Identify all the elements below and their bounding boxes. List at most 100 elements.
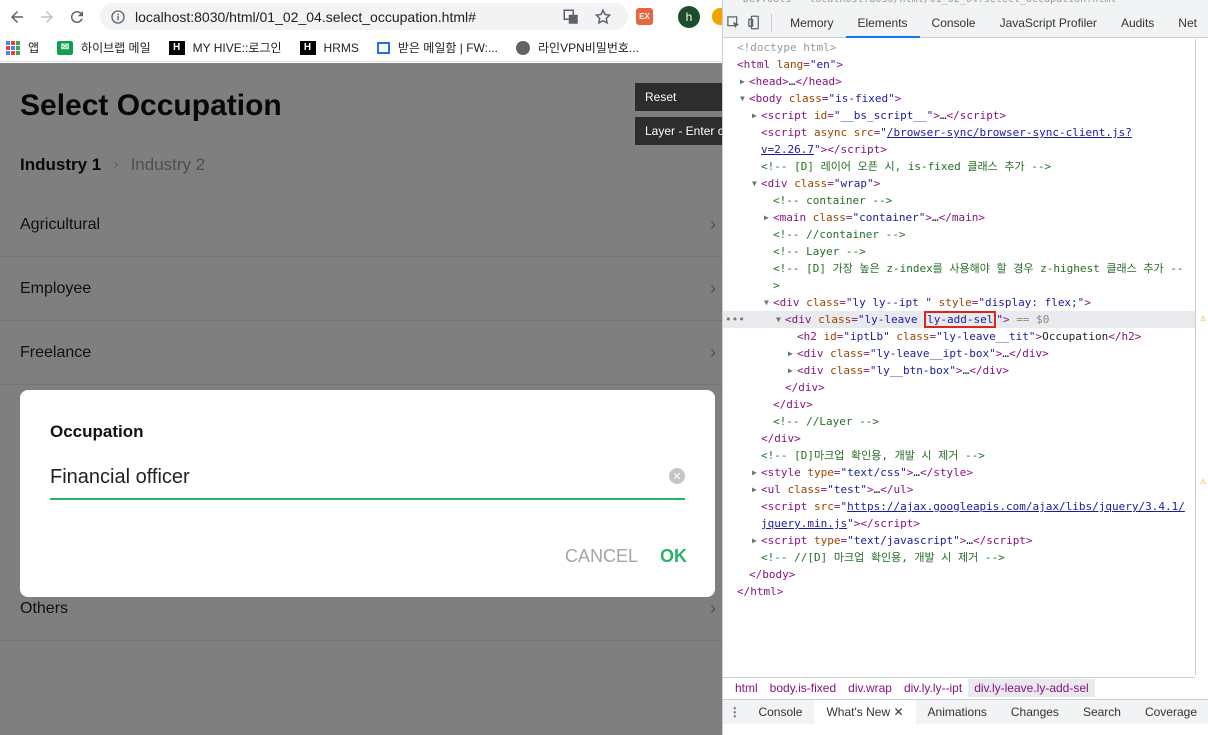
- expand-triangle-icon[interactable]: ▶: [752, 481, 757, 498]
- dom-comment[interactable]: <!-- container -->: [723, 192, 1195, 209]
- dom-node[interactable]: ▼ <div class="ly ly--ipt " style="display…: [723, 294, 1195, 311]
- warning-icon: ⚠: [1200, 476, 1207, 487]
- tab-javascript-profiler[interactable]: JavaScript Profiler: [988, 8, 1109, 38]
- dom-node[interactable]: </div>: [723, 379, 1195, 396]
- dom-node[interactable]: <script src="https://ajax.googleapis.com…: [723, 498, 1195, 532]
- bookmark-vpn[interactable]: 라인VPN비밀번호...: [516, 39, 639, 56]
- dom-node[interactable]: <html lang="en">: [723, 56, 1195, 73]
- dom-node[interactable]: ▶ <script type="text/javascript">…</scrip…: [723, 532, 1195, 549]
- globe-icon: [516, 40, 530, 55]
- reload-icon: [70, 11, 83, 24]
- dom-node[interactable]: ▼ <body class="is-fixed">: [723, 90, 1195, 107]
- expand-triangle-icon[interactable]: ▶: [752, 464, 757, 481]
- collapse-triangle-icon[interactable]: ▼: [764, 294, 769, 311]
- dom-node[interactable]: <script async src="/browser-sync/browser…: [723, 124, 1195, 158]
- dom-node[interactable]: ▶ <style type="text/css">…</style>: [723, 464, 1195, 481]
- test-reset-button[interactable]: Reset: [635, 83, 722, 111]
- info-icon[interactable]: [110, 9, 126, 25]
- dom-comment[interactable]: <!-- [D] 레이어 오픈 시, is-fixed 클래스 추가 -->: [723, 158, 1195, 175]
- hive-h-icon: H: [168, 40, 185, 55]
- occupation-dialog: Occupation ✕ CANCEL OK: [20, 390, 715, 597]
- drawer-tab-changes[interactable]: Changes: [999, 700, 1071, 725]
- dom-node[interactable]: </html>: [723, 583, 1195, 600]
- test-layer-enter-button[interactable]: Layer - Enter c: [635, 117, 722, 145]
- extension-partial-icon[interactable]: [712, 8, 722, 25]
- dom-node[interactable]: ▶ <div class="ly__btn-box">…</div>: [723, 362, 1195, 379]
- tab-memory[interactable]: Memory: [778, 8, 845, 38]
- dom-comment[interactable]: <!-- Layer -->: [723, 243, 1195, 260]
- dom-node[interactable]: </div>: [723, 396, 1195, 413]
- drawer-tab-whats-new[interactable]: What's New ✕: [814, 699, 916, 725]
- collapse-triangle-icon[interactable]: ▼: [776, 311, 781, 328]
- dom-node[interactable]: ▶ <head>…</head>: [723, 73, 1195, 90]
- tab-network[interactable]: Net: [1166, 8, 1208, 38]
- dom-node[interactable]: <!doctype html>: [723, 39, 1195, 56]
- drawer-tab-coverage[interactable]: Coverage: [1133, 700, 1208, 725]
- drawer-tab-animations[interactable]: Animations: [916, 700, 999, 725]
- dom-node[interactable]: ▶ <main class="container">…</main>: [723, 209, 1195, 226]
- dom-node-selected[interactable]: ••• ▼ <div class="ly-leave ly-add-sel "> ==…: [723, 311, 1195, 328]
- tab-console[interactable]: Console: [920, 8, 988, 38]
- translate-icon[interactable]: [562, 8, 580, 26]
- bookmark-apps[interactable]: 앱: [6, 39, 39, 56]
- drawer-tab-search[interactable]: Search: [1071, 700, 1133, 725]
- expand-triangle-icon[interactable]: ▶: [788, 362, 793, 379]
- dom-node[interactable]: ▼ <div class="wrap">: [723, 175, 1195, 192]
- hive-h-icon: H: [299, 40, 316, 55]
- dom-comment[interactable]: <!-- //[D] 마크업 확인용, 개발 시 제거 -->: [723, 549, 1195, 566]
- breadcrumb-ly-leave[interactable]: div.ly-leave.ly-add-sel: [968, 679, 1095, 697]
- bookmark-inbox[interactable]: 받은 메일함 | FW:...: [376, 39, 498, 56]
- expand-triangle-icon[interactable]: ▶: [764, 209, 769, 226]
- toolbar-divider: [771, 13, 773, 32]
- back-button[interactable]: [2, 2, 32, 32]
- styles-panel-edge[interactable]: ⚠ ⚠: [1195, 39, 1208, 675]
- bookmark-mail[interactable]: ✉ 하이브랩 메일: [57, 39, 151, 56]
- profile-avatar[interactable]: h: [678, 6, 700, 28]
- clear-input-icon[interactable]: ✕: [669, 468, 685, 484]
- devtools-toolbar: Memory Elements Console JavaScript Profi…: [723, 8, 1208, 38]
- cancel-button[interactable]: CANCEL: [565, 546, 638, 567]
- dom-comment[interactable]: <!-- [D] 가장 높은 z-index를 사용해야 할 경우 z-high…: [723, 260, 1195, 294]
- ok-button[interactable]: OK: [660, 546, 687, 567]
- dom-node[interactable]: </body>: [723, 566, 1195, 583]
- bookmark-star-icon[interactable]: [594, 8, 612, 26]
- dom-comment[interactable]: <!-- //Layer -->: [723, 413, 1195, 430]
- expand-triangle-icon[interactable]: ▶: [740, 73, 745, 90]
- drawer-tab-console[interactable]: Console: [746, 700, 814, 725]
- more-options-icon[interactable]: •••: [725, 311, 745, 328]
- dom-node[interactable]: ▶ <div class="ly-leave__ipt-box">…</div>: [723, 345, 1195, 362]
- collapse-triangle-icon[interactable]: ▼: [752, 175, 757, 192]
- occupation-input[interactable]: [50, 462, 650, 489]
- dom-node[interactable]: ▶ <script id="__bs_script__">…</script>: [723, 107, 1195, 124]
- dom-breadcrumb: html body.is-fixed div.wrap div.ly.ly--i…: [723, 677, 1195, 698]
- dom-node[interactable]: ▶ <ul class="test">…</ul>: [723, 481, 1195, 498]
- dom-node[interactable]: <h2 id="iptLb" class="ly-leave__tit">Occ…: [723, 328, 1195, 345]
- dom-comment[interactable]: <!-- [D]마크업 확인용, 개발 시 제거 -->: [723, 447, 1195, 464]
- expand-triangle-icon[interactable]: ▶: [752, 107, 757, 124]
- dom-comment[interactable]: <!-- //container -->: [723, 226, 1195, 243]
- browser-toolbar: localhost:8030/html/01_02_04.select_occu…: [0, 0, 722, 34]
- bookmark-myhive[interactable]: H MY HIVE::로그인: [168, 39, 282, 56]
- breadcrumb-html[interactable]: html: [729, 681, 764, 695]
- expand-triangle-icon[interactable]: ▶: [752, 532, 757, 549]
- tab-audits[interactable]: Audits: [1109, 8, 1166, 38]
- kebab-menu-icon[interactable]: ⋮: [723, 705, 746, 719]
- dom-node[interactable]: </div>: [723, 430, 1195, 447]
- breadcrumb-wrap[interactable]: div.wrap: [842, 681, 898, 695]
- extension-icon[interactable]: EX: [636, 8, 653, 25]
- collapse-triangle-icon[interactable]: ▼: [740, 90, 745, 107]
- inbox-icon: [376, 41, 390, 54]
- forward-button[interactable]: [32, 2, 62, 32]
- url-text[interactable]: localhost:8030/html/01_02_04.select_occu…: [135, 9, 476, 25]
- tab-elements[interactable]: Elements: [845, 8, 920, 38]
- inspect-element-icon[interactable]: [723, 13, 744, 33]
- breadcrumb-ly[interactable]: div.ly.ly--ipt: [898, 681, 968, 695]
- expand-triangle-icon[interactable]: ▶: [788, 345, 793, 362]
- device-toggle-icon[interactable]: [744, 13, 765, 33]
- address-bar[interactable]: localhost:8030/html/01_02_04.select_occu…: [100, 3, 628, 30]
- bookmark-hrms[interactable]: H HRMS: [299, 40, 359, 55]
- reload-button[interactable]: [62, 2, 92, 32]
- breadcrumb-body[interactable]: body.is-fixed: [764, 681, 842, 695]
- close-icon[interactable]: ✕: [893, 705, 903, 719]
- arrow-left-icon: [11, 11, 23, 23]
